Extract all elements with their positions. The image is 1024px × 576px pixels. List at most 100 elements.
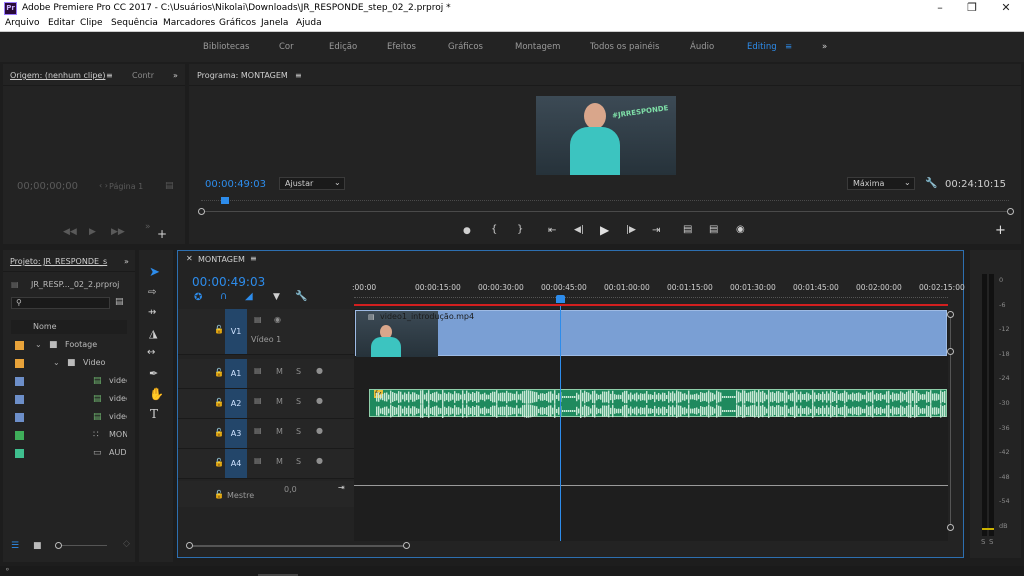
master-value[interactable]: 0,0 — [284, 485, 297, 494]
menu-clipe[interactable]: Clipe — [80, 18, 103, 28]
menu-arquivo[interactable]: Arquivo — [5, 18, 39, 28]
project-list-item[interactable]: ⌄ ■ Footage — [11, 338, 127, 354]
menu-marcadores[interactable]: Marcadores — [163, 18, 215, 28]
microphone-icon[interactable]: ● — [316, 456, 323, 465]
program-video-frame[interactable]: #JRRESPONDE — [536, 96, 676, 175]
lift-icon[interactable]: ▤ — [683, 224, 692, 235]
slip-tool-icon[interactable]: ↔ — [147, 347, 155, 358]
microphone-icon[interactable]: ● — [316, 366, 323, 375]
track-target[interactable]: A4 — [225, 449, 247, 478]
label-color-swatch[interactable] — [15, 341, 24, 350]
sort-icon[interactable]: ◇ — [123, 539, 130, 549]
label-color-swatch[interactable] — [15, 449, 24, 458]
add-marker-icon[interactable]: ● — [463, 226, 471, 236]
project-column-header[interactable]: Nome — [11, 320, 127, 334]
zoom-handle-left[interactable] — [198, 208, 205, 215]
snap-icon[interactable]: ∩ — [220, 291, 227, 302]
play-icon[interactable]: ▶ — [600, 223, 609, 237]
video-clip[interactable]: ▤ video1_introdução.mp4 — [355, 310, 947, 357]
project-search-input[interactable]: ⚲ — [11, 297, 110, 309]
project-list-item[interactable]: ▤ video — [11, 410, 127, 426]
scroll-handle-top[interactable] — [947, 311, 954, 318]
mute-button[interactable]: M — [276, 367, 283, 376]
controls-tab[interactable]: Contr — [132, 71, 154, 80]
panel-overflow-icon[interactable]: » — [173, 71, 178, 80]
timeline-settings-icon[interactable]: 🔧 — [295, 291, 307, 302]
go-to-in-icon[interactable]: ⇤ — [548, 225, 556, 236]
track-target[interactable]: A2 — [225, 389, 247, 418]
program-add-icon[interactable]: + — [995, 223, 1006, 238]
track-name-v1[interactable]: Vídeo 1 — [251, 335, 281, 344]
hand-tool-icon[interactable]: ✋ — [149, 387, 164, 401]
maximize-icon[interactable]: ❐ — [962, 1, 982, 14]
work-area-bar[interactable] — [354, 304, 948, 306]
source-nav-icons[interactable]: ‹ › — [99, 181, 108, 190]
extract-icon[interactable]: ▤ — [709, 224, 718, 235]
type-tool-icon[interactable]: T — [150, 407, 158, 421]
source-add-icon[interactable]: + — [157, 227, 167, 241]
label-color-swatch[interactable] — [15, 413, 24, 422]
sync-lock-icon[interactable]: ▤ — [254, 456, 262, 465]
project-list-item[interactable]: ▤ video — [11, 374, 127, 390]
sync-lock-icon[interactable]: ▤ — [254, 396, 262, 405]
minimize-icon[interactable]: – — [930, 1, 950, 14]
snap-nested-icon[interactable]: ✪ — [194, 292, 202, 303]
razor-tool-icon[interactable]: ◮ — [149, 327, 157, 340]
workspace-todos[interactable]: Todos os painéis — [590, 42, 659, 52]
quality-dropdown[interactable]: Máxima ⌄ — [847, 177, 915, 190]
solo-button[interactable]: S — [296, 427, 301, 436]
lock-icon[interactable]: 🔓 — [214, 428, 224, 437]
menu-sequencia[interactable]: Sequência — [111, 18, 158, 28]
source-play-icon[interactable]: ▶ — [89, 227, 96, 237]
workspace-bibliotecas[interactable]: Bibliotecas — [203, 42, 249, 52]
fit-dropdown[interactable]: Ajustar ⌄ — [279, 177, 345, 190]
workspace-editing[interactable]: Editing — [747, 42, 777, 52]
solo-button[interactable]: S — [296, 457, 301, 466]
mark-in-icon[interactable]: { — [491, 224, 497, 235]
new-bin-icon[interactable]: ▤ — [115, 297, 124, 307]
source-step-forward-icon[interactable]: ▶▶ — [111, 227, 125, 237]
mute-button[interactable]: M — [276, 397, 283, 406]
project-list-item[interactable]: ▭ AUDIO_BI — [11, 446, 127, 462]
source-step-back-icon[interactable]: ◀◀ — [63, 227, 77, 237]
timeline-timecode[interactable]: 00:00:49:03 — [192, 275, 265, 289]
track-target[interactable]: A1 — [225, 359, 247, 388]
solo-right-button[interactable]: S — [989, 538, 993, 546]
workspace-overflow-icon[interactable]: » — [822, 42, 827, 52]
program-tab[interactable]: Programa: MONTAGEM — [197, 71, 288, 80]
microphone-icon[interactable]: ● — [316, 396, 323, 405]
project-list-item[interactable]: ⌄ ■ Video — [11, 356, 127, 372]
horizontal-scrollbar[interactable] — [188, 545, 406, 547]
workspace-edicao[interactable]: Edição — [329, 42, 357, 52]
menu-editar[interactable]: Editar — [48, 18, 75, 28]
lock-icon[interactable]: 🔓 — [214, 325, 224, 334]
project-overflow-icon[interactable]: » — [124, 257, 129, 266]
program-playhead-marker[interactable] — [221, 197, 229, 204]
master-end-icon[interactable]: ⇥ — [338, 483, 345, 492]
project-list-item[interactable]: ▤ video — [11, 392, 127, 408]
mark-out-icon[interactable]: } — [517, 224, 523, 235]
lock-icon[interactable]: 🔓 — [214, 398, 224, 407]
sync-lock-icon[interactable]: ▤ — [254, 366, 262, 375]
lock-icon[interactable]: 🔓 — [214, 368, 224, 377]
program-zoom-bar[interactable] — [199, 211, 1013, 212]
linked-selection-icon[interactable]: ◢ — [245, 291, 253, 302]
workspace-montagem[interactable]: Montagem — [515, 42, 560, 52]
list-view-icon[interactable]: ☰ — [11, 541, 19, 551]
mute-button[interactable]: M — [276, 457, 283, 466]
label-color-swatch[interactable] — [15, 377, 24, 386]
program-timecode[interactable]: 00:00:49:03 — [205, 179, 266, 190]
selection-tool-icon[interactable]: ➤ — [149, 265, 160, 280]
menu-ajuda[interactable]: Ajuda — [296, 18, 322, 28]
scroll-handle-bottom[interactable] — [947, 524, 954, 531]
sync-lock-icon[interactable]: ▤ — [254, 426, 262, 435]
track-target-v1[interactable]: V1 — [225, 309, 247, 354]
mute-button[interactable]: M — [276, 427, 283, 436]
ripple-edit-tool-icon[interactable]: ⇸ — [148, 307, 156, 318]
workspace-audio[interactable]: Áudio — [690, 42, 714, 52]
project-list-item[interactable]: ∷ MONTAGE — [11, 428, 127, 444]
h-scroll-handle-left[interactable] — [186, 542, 193, 549]
source-tab[interactable]: Origem: (nenhum clipe) — [10, 71, 105, 80]
audio-clip[interactable]: fx — [369, 389, 947, 418]
eye-icon[interactable]: ◉ — [274, 315, 281, 324]
